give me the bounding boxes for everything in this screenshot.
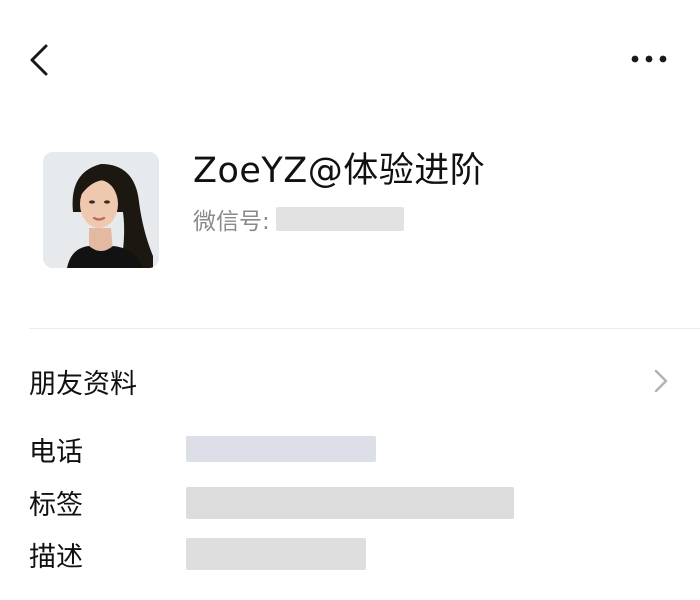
phone-value-redacted[interactable] xyxy=(186,436,376,462)
profile-page: ZoeYZ@体验进阶 微信号: 朋友资料 电话 标签 描述 xyxy=(0,0,700,600)
back-button[interactable] xyxy=(22,38,62,82)
wechat-id-value-redacted xyxy=(275,207,404,231)
tags-value-redacted[interactable] xyxy=(186,487,514,519)
friend-info-row[interactable]: 朋友资料 xyxy=(0,352,700,410)
description-label: 描述 xyxy=(29,542,83,573)
divider xyxy=(29,328,700,329)
phone-label: 电话 xyxy=(29,437,83,468)
description-value-redacted[interactable] xyxy=(186,538,366,570)
tags-label: 标签 xyxy=(29,490,83,521)
more-horizontal-icon xyxy=(631,55,667,63)
wechat-id-row: 微信号: xyxy=(193,203,404,235)
profile-photo xyxy=(43,152,159,268)
chevron-left-icon xyxy=(30,44,48,76)
avatar[interactable] xyxy=(43,152,159,268)
more-button[interactable] xyxy=(624,42,674,76)
nickname: ZoeYZ@体验进阶 xyxy=(193,151,486,191)
chevron-right-icon xyxy=(654,369,668,393)
wechat-id-label: 微信号: xyxy=(193,209,270,235)
friend-info-title: 朋友资料 xyxy=(29,369,137,400)
